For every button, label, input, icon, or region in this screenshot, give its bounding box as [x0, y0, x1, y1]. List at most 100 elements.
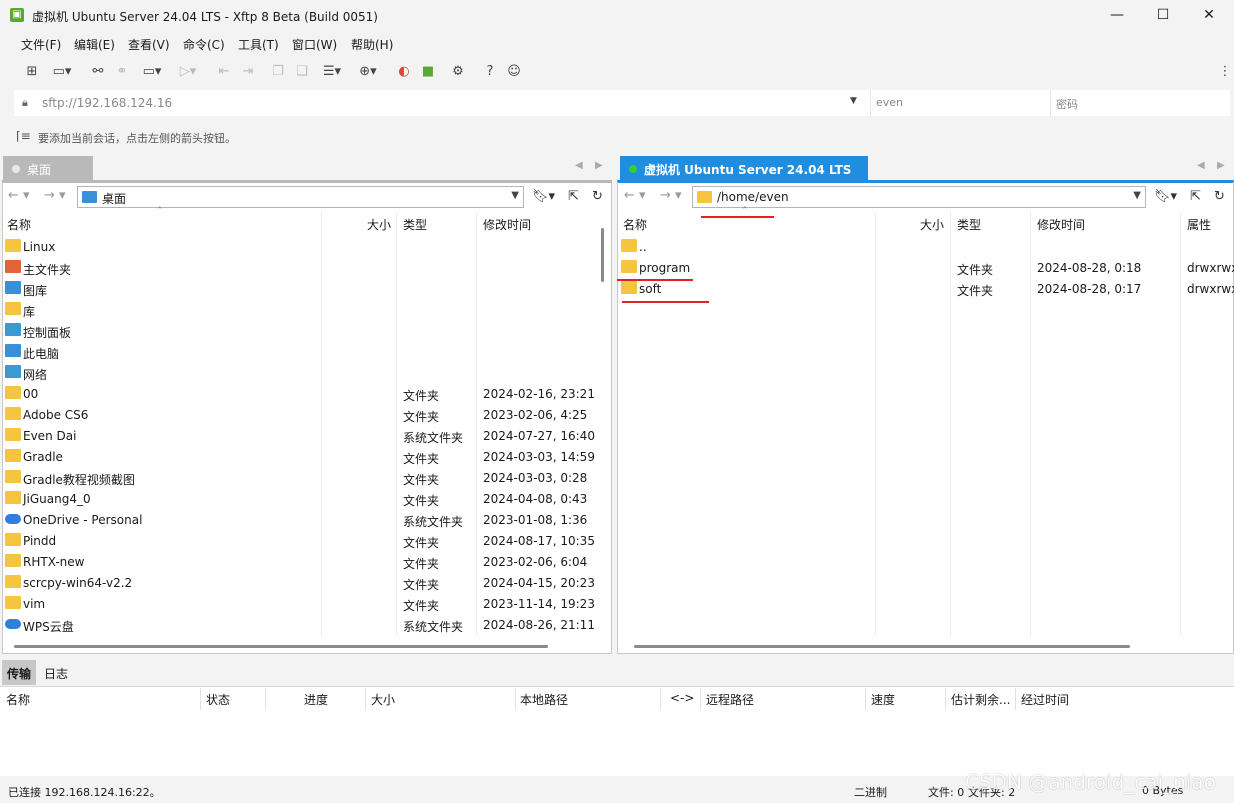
forward-arrow-icon[interactable]: → ▾	[44, 188, 66, 203]
close-button[interactable]: ✕	[1186, 0, 1232, 32]
tab-next-icon[interactable]: ▶	[1217, 160, 1225, 171]
download-icon[interactable]: ⇥	[240, 63, 256, 81]
view-list-icon[interactable]: ☰▾	[318, 63, 346, 81]
list-item[interactable]: 库	[2, 299, 596, 320]
transfer-col-remote-path[interactable]: 远程路径	[706, 691, 754, 708]
disconnect-icon[interactable]: ⚭	[114, 63, 130, 81]
list-item[interactable]: program 文件夹 2024-08-28, 0:18 drwxrwx	[618, 257, 1234, 278]
open-session-icon[interactable]: ▭▾	[48, 63, 76, 81]
tab-log[interactable]: 日志	[44, 665, 68, 682]
list-item[interactable]: Pindd 文件夹 2024-08-17, 10:35	[2, 530, 596, 551]
add-session-icon[interactable]: ⌈≡	[16, 129, 31, 143]
list-item[interactable]: WPS云盘 系统文件夹 2024-08-26, 21:11	[2, 614, 596, 635]
horizontal-scrollbar[interactable]	[14, 645, 548, 648]
copy-icon[interactable]: ❐	[270, 63, 286, 81]
minimize-button[interactable]: —	[1094, 0, 1140, 32]
list-item[interactable]: RHTX-new 文件夹 2023-02-06, 6:04	[2, 551, 596, 572]
transfer-col-progress[interactable]: 进度	[304, 691, 328, 708]
tab-prev-icon[interactable]: ◀	[575, 160, 583, 171]
list-item[interactable]: soft 文件夹 2024-08-28, 0:17 drwxrwx	[618, 278, 1234, 299]
column-header-size[interactable]: 大小	[367, 216, 391, 233]
transfer-mode[interactable]: 二进制	[854, 784, 887, 800]
new-session-icon[interactable]: ⊞	[24, 63, 40, 81]
list-item[interactable]: Gradle 文件夹 2024-03-03, 14:59	[2, 446, 596, 467]
transfer-icon[interactable]: ▷▾	[174, 63, 202, 81]
list-item[interactable]: JiGuang4_0 文件夹 2024-04-08, 0:43	[2, 488, 596, 509]
menu-help[interactable]: 帮助(H)	[351, 36, 393, 53]
transfer-col-name[interactable]: 名称	[6, 691, 30, 708]
menu-view[interactable]: 查看(V)	[128, 36, 170, 53]
refresh-icon[interactable]: ↻	[1214, 189, 1225, 204]
menu-window[interactable]: 窗口(W)	[292, 36, 337, 53]
local-path-input[interactable]: 桌面 ▼	[77, 186, 524, 208]
menu-command[interactable]: 命令(C)	[183, 36, 225, 53]
list-item[interactable]: vim 文件夹 2023-11-14, 19:23	[2, 593, 596, 614]
column-header-name[interactable]: 名称	[623, 216, 647, 233]
menu-file[interactable]: 文件(F)	[21, 36, 61, 53]
transfer-col-eta[interactable]: 估计剩余...	[951, 691, 1010, 708]
folder-up-icon[interactable]: ⇱	[568, 189, 579, 204]
list-item[interactable]: 主文件夹	[2, 257, 596, 278]
transfer-col-local-path[interactable]: 本地路径	[520, 691, 568, 708]
new-window-icon[interactable]: ▭▾	[138, 63, 166, 81]
xshell-icon[interactable]: ◐	[396, 63, 412, 81]
column-header-type[interactable]: 类型	[403, 216, 427, 233]
chevron-down-icon[interactable]: ▼	[850, 96, 857, 106]
list-item[interactable]: 控制面板	[2, 320, 596, 341]
more-options-icon[interactable]: ⋮	[1218, 63, 1232, 81]
xftp-icon[interactable]: ■	[420, 63, 436, 81]
help-icon[interactable]: ?	[482, 63, 498, 81]
column-header-attributes[interactable]: 属性	[1187, 216, 1211, 233]
menu-tools[interactable]: 工具(T)	[238, 36, 279, 53]
globe-icon[interactable]: ⊕▾	[354, 63, 382, 81]
list-item[interactable]: Even Dai 系统文件夹 2024-07-27, 16:40	[2, 425, 596, 446]
bookmark-icon[interactable]: 🔖︎▾	[532, 189, 555, 204]
connect-icon[interactable]: ⚯	[90, 63, 106, 81]
tab-remote-session[interactable]: 虚拟机 Ubuntu Server 24.04 LTS	[620, 156, 868, 180]
transfer-col-status[interactable]: 状态	[206, 691, 230, 708]
password-field[interactable]: 密码	[1050, 90, 1230, 116]
vertical-scrollbar[interactable]	[601, 228, 604, 282]
host-address-input[interactable]: sftp://192.168.124.16	[42, 96, 172, 110]
column-header-modified[interactable]: 修改时间	[483, 216, 531, 233]
folder-up-icon[interactable]: ⇱	[1190, 189, 1201, 204]
list-item[interactable]: 00 文件夹 2024-02-16, 23:21	[2, 383, 596, 404]
refresh-icon[interactable]: ↻	[592, 189, 603, 204]
username-field[interactable]: even	[870, 90, 1048, 116]
list-item[interactable]: ..	[618, 236, 1230, 257]
list-item[interactable]: 此电脑	[2, 341, 596, 362]
chevron-down-icon[interactable]: ▼	[511, 190, 519, 201]
paste-icon[interactable]: ❏	[294, 63, 310, 81]
transfer-col-elapsed[interactable]: 经过时间	[1021, 691, 1069, 708]
list-item[interactable]: Adobe CS6 文件夹 2023-02-06, 4:25	[2, 404, 596, 425]
settings-icon[interactable]: ⚙	[450, 63, 466, 81]
forward-arrow-icon[interactable]: → ▾	[660, 188, 682, 203]
column-header-name[interactable]: 名称	[7, 216, 31, 233]
back-arrow-icon[interactable]: ← ▾	[624, 188, 646, 203]
tab-next-icon[interactable]: ▶	[595, 160, 603, 171]
column-header-modified[interactable]: 修改时间	[1037, 216, 1085, 233]
horizontal-scrollbar[interactable]	[634, 645, 1130, 648]
bookmark-icon[interactable]: 🔖︎▾	[1154, 189, 1177, 204]
list-item[interactable]: OneDrive - Personal 系统文件夹 2023-01-08, 1:36	[2, 509, 596, 530]
list-item[interactable]: Linux	[2, 236, 596, 257]
transfer-col-direction[interactable]: <->	[670, 691, 694, 705]
column-header-size[interactable]: 大小	[920, 216, 944, 233]
tab-transfer[interactable]: 传输	[2, 660, 36, 685]
maximize-button[interactable]: ☐	[1140, 0, 1186, 32]
upload-icon[interactable]: ⇤	[216, 63, 232, 81]
transfer-col-speed[interactable]: 速度	[871, 691, 895, 708]
transfer-col-size[interactable]: 大小	[371, 691, 395, 708]
list-item[interactable]: scrcpy-win64-v2.2 文件夹 2024-04-15, 20:23	[2, 572, 596, 593]
tab-prev-icon[interactable]: ◀	[1197, 160, 1205, 171]
chevron-down-icon[interactable]: ▼	[1133, 190, 1141, 201]
column-header-type[interactable]: 类型	[957, 216, 981, 233]
list-item[interactable]: 图库	[2, 278, 596, 299]
back-arrow-icon[interactable]: ← ▾	[8, 188, 30, 203]
remote-path-input[interactable]: /home/even ▼	[692, 186, 1146, 208]
chat-icon[interactable]: ☺	[506, 63, 522, 81]
list-item[interactable]: Gradle教程视频截图 文件夹 2024-03-03, 0:28	[2, 467, 596, 488]
tab-local-desktop[interactable]: 桌面	[3, 156, 93, 180]
list-item[interactable]: 网络	[2, 362, 596, 383]
menu-edit[interactable]: 编辑(E)	[74, 36, 115, 53]
